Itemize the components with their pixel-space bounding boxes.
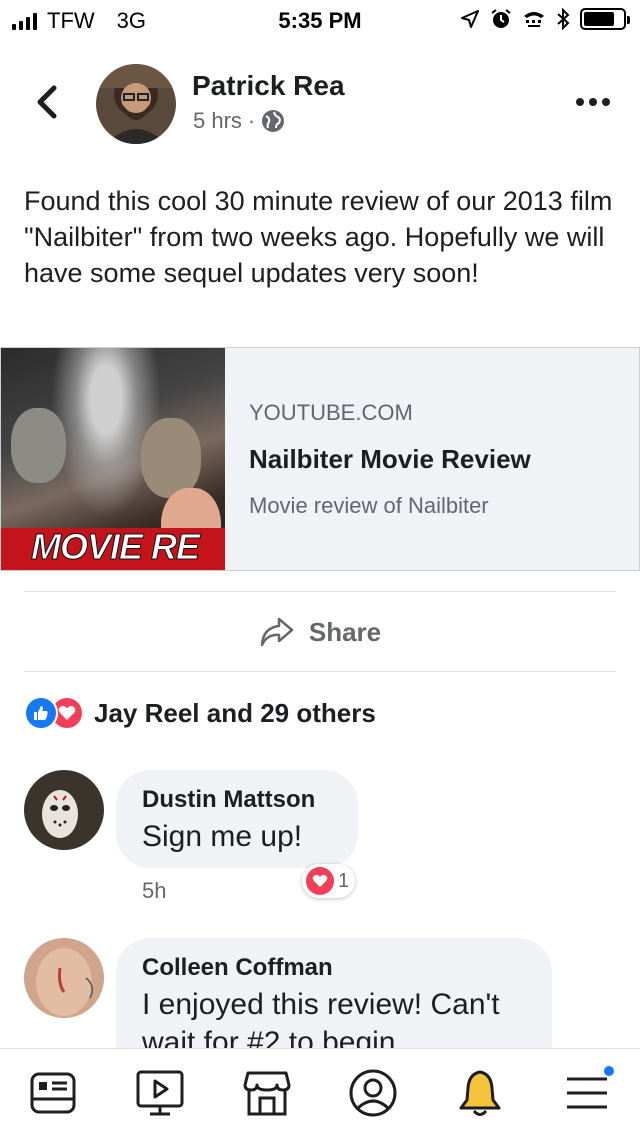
nav-profile[interactable] — [338, 1058, 408, 1128]
face-avatar — [24, 938, 104, 1018]
reactions-text: Jay Reel and 29 others — [94, 697, 376, 728]
share-arrow-icon — [260, 617, 294, 647]
comment-bubble[interactable]: Dustin Mattson Sign me up! — [116, 770, 358, 868]
battery-icon — [580, 8, 630, 30]
thumbnail-face — [141, 418, 201, 498]
back-chevron-icon[interactable] — [32, 82, 62, 122]
link-description: Movie review of Nailbiter — [249, 493, 489, 518]
alarm-icon — [491, 9, 511, 28]
nav-news-feed[interactable] — [18, 1058, 88, 1128]
meta-separator: · — [247, 108, 256, 133]
post-header: Patrick Rea 5 hrs · — [0, 60, 640, 150]
profile-icon — [349, 1069, 397, 1116]
commenter-avatar[interactable] — [24, 938, 104, 1018]
love-reaction-icon — [306, 867, 334, 895]
like-reaction-icon — [24, 696, 58, 730]
post-age[interactable]: 5 hrs — [193, 108, 242, 134]
marketplace-icon — [243, 1071, 291, 1115]
share-label: Share — [308, 616, 382, 647]
author-name[interactable]: Patrick Rea — [192, 70, 345, 102]
notification-dot — [601, 1063, 616, 1078]
comment: Dustin Mattson Sign me up! 5h 1 — [24, 770, 624, 910]
bottom-nav — [0, 1048, 640, 1136]
globe-icon — [262, 110, 285, 132]
nav-notifications[interactable] — [445, 1058, 515, 1128]
post-meta: 5 hrs · — [193, 108, 285, 134]
divider — [24, 591, 616, 592]
reaction-count: 1 — [338, 869, 350, 892]
commenter-name[interactable]: Colleen Coffman — [142, 954, 526, 982]
commenter-avatar[interactable] — [24, 770, 104, 850]
author-avatar[interactable] — [96, 64, 176, 144]
link-info[interactable]: YOUTUBE.COM Nailbiter Movie Review Movie… — [225, 348, 531, 570]
nav-watch[interactable] — [125, 1058, 195, 1128]
avatar-glasses — [96, 64, 176, 144]
hockey-mask-avatar — [24, 770, 104, 850]
thumbnail-banner-text: MOVIE RE — [30, 526, 200, 568]
status-bar: TFW 3G 5:35 PM — [0, 0, 640, 40]
comment-time[interactable]: 5h — [142, 878, 166, 904]
commenter-name[interactable]: Dustin Mattson — [142, 786, 332, 814]
link-thumbnail[interactable]: MOVIE RE — [1, 348, 225, 570]
thumbnail-tornado — [51, 348, 161, 518]
location-arrow-icon — [461, 10, 479, 28]
post-text: Found this cool 30 minute review of our … — [24, 186, 613, 288]
divider — [24, 671, 616, 672]
news-feed-icon — [30, 1072, 76, 1113]
link-domain: YOUTUBE.COM — [249, 400, 413, 425]
comment-reaction[interactable]: 1 — [302, 864, 356, 898]
tty-icon — [524, 12, 544, 27]
reactions-summary[interactable]: Jay Reel and 29 others — [24, 696, 376, 730]
thumbnail-face — [11, 408, 66, 483]
link-preview-card[interactable]: MOVIE RE YOUTUBE.COM Nailbiter Movie Rev… — [0, 347, 640, 571]
bluetooth-icon — [557, 8, 570, 30]
watch-icon — [136, 1070, 184, 1115]
menu-icon — [566, 1077, 607, 1108]
comment: Colleen Coffman I enjoyed this review! C… — [24, 938, 624, 1078]
link-title[interactable]: Nailbiter Movie Review — [249, 444, 531, 475]
nav-marketplace[interactable] — [232, 1058, 302, 1128]
more-options-icon[interactable] — [576, 98, 610, 106]
notifications-icon — [459, 1070, 501, 1116]
share-button[interactable]: Share — [0, 610, 640, 654]
comment-text: Sign me up! — [142, 820, 303, 853]
nav-menu[interactable] — [552, 1058, 622, 1128]
status-right — [460, 8, 630, 30]
